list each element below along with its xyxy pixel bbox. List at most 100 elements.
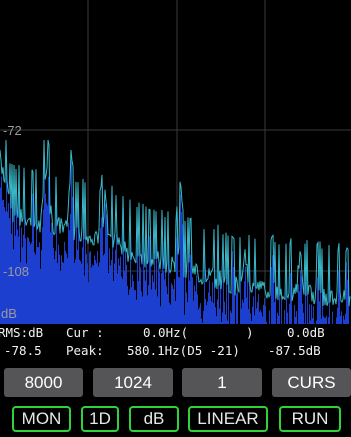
spectrum-bar (100, 227, 101, 324)
spectrum-bar (94, 255, 95, 324)
spectrum-bar (272, 255, 273, 324)
spectrum-bar (347, 279, 348, 324)
scale-toggle[interactable]: dB (129, 406, 179, 432)
spectrum-bar (263, 304, 264, 324)
spectrum-bar (119, 265, 120, 324)
spectrum-bar (189, 280, 190, 324)
spectrum-bar (242, 299, 243, 324)
spectrum-bar (159, 272, 160, 324)
spectrum-bar (325, 317, 326, 324)
spectrum-bar (299, 291, 300, 324)
spectrum-bar (341, 311, 342, 324)
spectrum-bar (230, 310, 231, 324)
spectrum-bar (302, 303, 303, 324)
spectrum-bar (206, 304, 207, 324)
spectrum-bar (161, 272, 162, 324)
spectrum-bar (105, 203, 106, 324)
monitor-toggle[interactable]: MON (12, 406, 71, 432)
spectrum-bar (111, 260, 112, 324)
spectrum-bar (103, 255, 104, 324)
spectrum-bar (46, 203, 47, 324)
spectrum-bar (169, 302, 170, 324)
spectrum-bar (222, 312, 223, 324)
spectrum-bar (250, 313, 251, 324)
spectrum-bar (193, 300, 194, 324)
y-axis-unit-label: dB (1, 306, 17, 321)
spectrum-bar (170, 304, 171, 324)
spectrum-bar (132, 274, 133, 324)
spectrum-bar (99, 262, 100, 324)
cursor-button[interactable]: CURS (272, 368, 351, 397)
spectrum-bar (160, 306, 161, 324)
settings-button-row: 8000 1024 1 CURS (0, 368, 351, 397)
spectrum-bar (212, 282, 213, 324)
spectrum-plot[interactable]: -72 -108 dB (0, 0, 351, 324)
spectrum-bar (182, 224, 183, 324)
spectrum-bar (252, 306, 253, 324)
spectrum-bar (221, 321, 222, 324)
spectrum-bar (337, 307, 338, 324)
cursor-frequency: 0.0Hz( (143, 325, 189, 340)
spectrum-bar (257, 301, 258, 324)
spectrum-bar (203, 310, 204, 324)
spectrum-bar (319, 301, 320, 324)
spectrum-bar (316, 320, 317, 324)
spectrum-bar (128, 294, 129, 324)
spectrum-bar (29, 241, 30, 324)
spectrum-bar (152, 275, 153, 324)
spectrum-bar (77, 249, 78, 324)
spectrum-bar (269, 310, 270, 324)
spectrum-bar (135, 290, 136, 324)
spectrum-bar (308, 323, 309, 324)
spectrum-bar (219, 308, 220, 324)
spectrum-bar (301, 276, 302, 324)
spectrum-bar (22, 247, 23, 324)
spectrum-bar (181, 211, 182, 324)
spectrum-bar (107, 221, 108, 324)
spectrum-bar (254, 315, 255, 324)
spectrum-bar (243, 302, 244, 324)
average-button[interactable]: 1 (182, 368, 262, 397)
spectrum-bar (67, 258, 68, 324)
spectrum-bar (231, 312, 232, 324)
fft-size-button[interactable]: 1024 (93, 368, 173, 397)
spectrum-bar (27, 237, 28, 324)
spectrum-bar (43, 209, 44, 324)
spectrum-bar (87, 263, 88, 324)
spectrum-bar (310, 320, 311, 324)
spectrum-bar (187, 301, 188, 324)
spectrum-bar (72, 196, 73, 324)
view-mode-toggle[interactable]: 1D (81, 406, 119, 432)
spectrum-bar (74, 262, 75, 324)
spectrum-bar (171, 283, 172, 324)
spectrum-bar (296, 311, 297, 324)
spectrum-bar (106, 214, 107, 324)
spectrum-bar (148, 285, 149, 324)
spectrum-bar (205, 298, 206, 324)
spectrum-bar (70, 213, 71, 324)
spectrum-bar (138, 280, 139, 324)
spectrum-bar (109, 248, 110, 324)
spectrum-bar (30, 244, 31, 324)
spectrum-bar (25, 238, 26, 324)
spectrum-bar (256, 308, 257, 324)
spectrum-bar (311, 304, 312, 324)
spectrum-bar (261, 312, 262, 324)
spectrum-bar (52, 227, 53, 324)
spectrum-bar (290, 272, 291, 324)
cursor-db-value: 0.0dB (287, 325, 325, 340)
spectrum-bar (108, 272, 109, 324)
spectrum-bar (136, 299, 137, 324)
spectrum-bar (195, 291, 196, 324)
sample-rate-button[interactable]: 8000 (4, 368, 83, 397)
spectrum-bar (245, 266, 246, 324)
spectrum-bar (114, 263, 115, 324)
spectrum-bar (298, 284, 299, 324)
spectrum-bar (237, 291, 238, 324)
axis-toggle[interactable]: LINEAR (188, 406, 268, 432)
spectrum-bar (157, 296, 158, 324)
spectrum-bar (174, 279, 175, 324)
run-toggle[interactable]: RUN (279, 406, 341, 432)
spectrum-bar (274, 302, 275, 324)
spectrum-bar (51, 222, 52, 324)
